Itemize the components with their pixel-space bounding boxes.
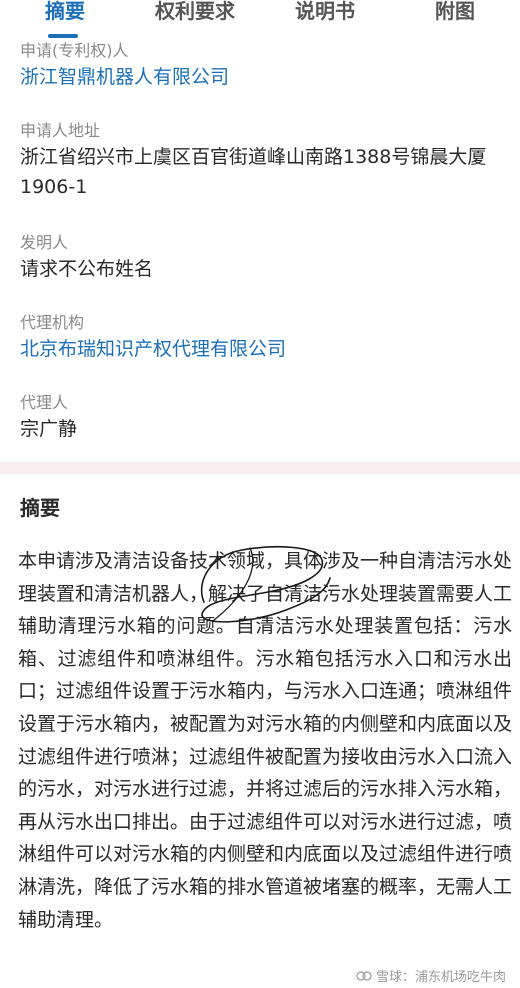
section-divider — [0, 462, 520, 474]
watermark: 雪球：浦东机场吃牛肉 — [356, 966, 506, 985]
applicant-label: 申请(专利权)人 — [20, 41, 129, 60]
agent-field: 代理人 宗广静 — [0, 392, 97, 444]
inventor-label: 发明人 — [20, 233, 69, 252]
tab-figures[interactable]: 附图 — [400, 0, 510, 26]
snowball-logo-icon — [356, 970, 372, 981]
watermark-text: 雪球：浦东机场吃牛肉 — [375, 970, 506, 985]
agent-label: 代理人 — [20, 393, 69, 412]
tab-bar: 摘要 权利要求 说明书 附图 — [0, 0, 520, 38]
inventor-value: 请求不公布姓名 — [20, 258, 154, 280]
applicant-link[interactable]: 浙江智鼎机器人有限公司 — [20, 62, 229, 92]
address-field: 申请人地址 浙江省绍兴市上虞区百官街道峰山南路1388号锦晨大厦1906-1 — [0, 120, 520, 202]
abstract-body: 本申请涉及清洁设备技术领域，具体涉及一种自清洁污水处理装置和清洁机器人，解决了自… — [18, 550, 513, 931]
address-label: 申请人地址 — [20, 121, 101, 140]
agency-label: 代理机构 — [20, 313, 85, 332]
agency-link[interactable]: 北京布瑞知识产权代理有限公司 — [20, 334, 286, 364]
agent-value: 宗广静 — [20, 418, 78, 440]
address-value: 浙江省绍兴市上虞区百官街道峰山南路1388号锦晨大厦1906-1 — [20, 146, 487, 198]
abstract-heading: 摘要 — [20, 496, 60, 520]
tab-description[interactable]: 说明书 — [270, 0, 380, 26]
inventor-field: 发明人 请求不公布姓名 — [0, 232, 173, 284]
applicant-field: 申请(专利权)人 浙江智鼎机器人有限公司 — [0, 40, 249, 92]
active-tab-indicator — [48, 34, 78, 38]
agency-field: 代理机构 北京布瑞知识产权代理有限公司 — [0, 312, 306, 364]
tab-abstract[interactable]: 摘要 — [10, 0, 120, 26]
tab-claims[interactable]: 权利要求 — [140, 0, 250, 26]
patent-detail-page: 摘要 权利要求 说明书 附图 申请(专利权)人 浙江智鼎机器人有限公司 申请人地… — [0, 0, 520, 988]
